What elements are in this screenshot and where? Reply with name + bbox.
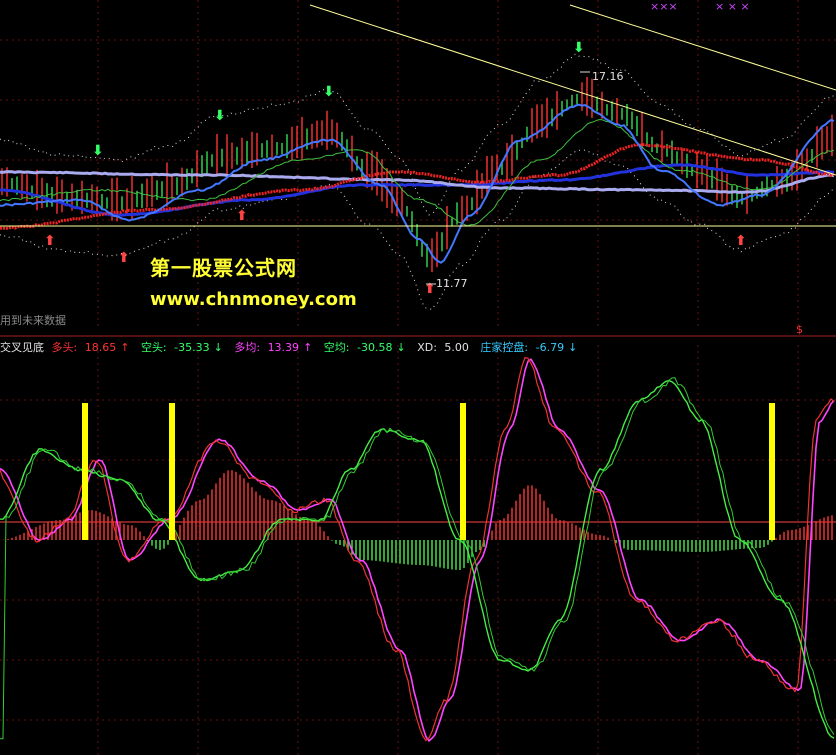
- legend-item-bull-avg: 多均: 13.39 ↑: [234, 341, 313, 354]
- future-data-notice: 用到未来数据: [0, 314, 66, 327]
- up-arrow-2: ⬆: [236, 208, 248, 224]
- bear-avg-line: [0, 379, 835, 739]
- legend-title: 交叉见底: [0, 341, 44, 354]
- watermark-url: www.chnmoney.com: [150, 289, 357, 310]
- watermark-title: 第一股票公式网: [150, 256, 297, 280]
- chart-canvas: ⬇ ⬇ ⬇ ⬇ ⬆ ⬆ ⬆ ⬆ ⬆: [0, 0, 836, 755]
- bear-line: [0, 377, 835, 740]
- down-arrow-3: ⬇: [573, 40, 585, 56]
- yellow-signal-bar-3: [769, 403, 775, 540]
- legend-item-bear: 空头: -35.33 ↓: [140, 341, 223, 354]
- legend-item-xd: XD: 5.00: [417, 341, 469, 354]
- up-arrow-4: ⬆: [735, 233, 747, 249]
- yellow-signal-bar-2: [460, 403, 466, 540]
- top-marker-right: × × ×: [715, 0, 750, 13]
- down-arrow-0: ⬇: [92, 143, 104, 159]
- up-arrow-3: ⬆: [424, 281, 436, 297]
- down-arrow-2: ⬇: [323, 84, 335, 100]
- bull-avg-line: [0, 358, 835, 742]
- chart-root: ⬇ ⬇ ⬇ ⬇ ⬆ ⬆ ⬆ ⬆ ⬆ 第一股票公式网 www.chnmoney.com 用到未来数…: [0, 0, 836, 755]
- yellow-signal-bar-0: [82, 403, 88, 540]
- s-marker: $: [796, 323, 803, 336]
- up-arrow-0: ⬆: [44, 233, 56, 249]
- low-price-label: 11.77: [436, 277, 468, 290]
- bull-line: [0, 356, 835, 742]
- down-arrow-1: ⬇: [214, 108, 226, 124]
- legend-item-control: 庄家控盘: -6.79 ↓: [480, 341, 578, 354]
- up-arrow-1: ⬆: [118, 250, 130, 266]
- trend-line-1: [309, 4, 836, 176]
- legend-item-bull: 多头: 18.65 ↑: [51, 341, 130, 354]
- yellow-signal-bar-1: [169, 403, 175, 540]
- legend-item-bear-avg: 空均: -30.58 ↓: [323, 341, 406, 354]
- top-marker-left: ×××: [650, 0, 678, 13]
- indicator-legend: 交叉见底 多头: 18.65 ↑ 空头: -35.33 ↓ 多均: 13.39 ↑ 空…: [0, 339, 585, 355]
- high-price-label: 17.16: [592, 70, 624, 83]
